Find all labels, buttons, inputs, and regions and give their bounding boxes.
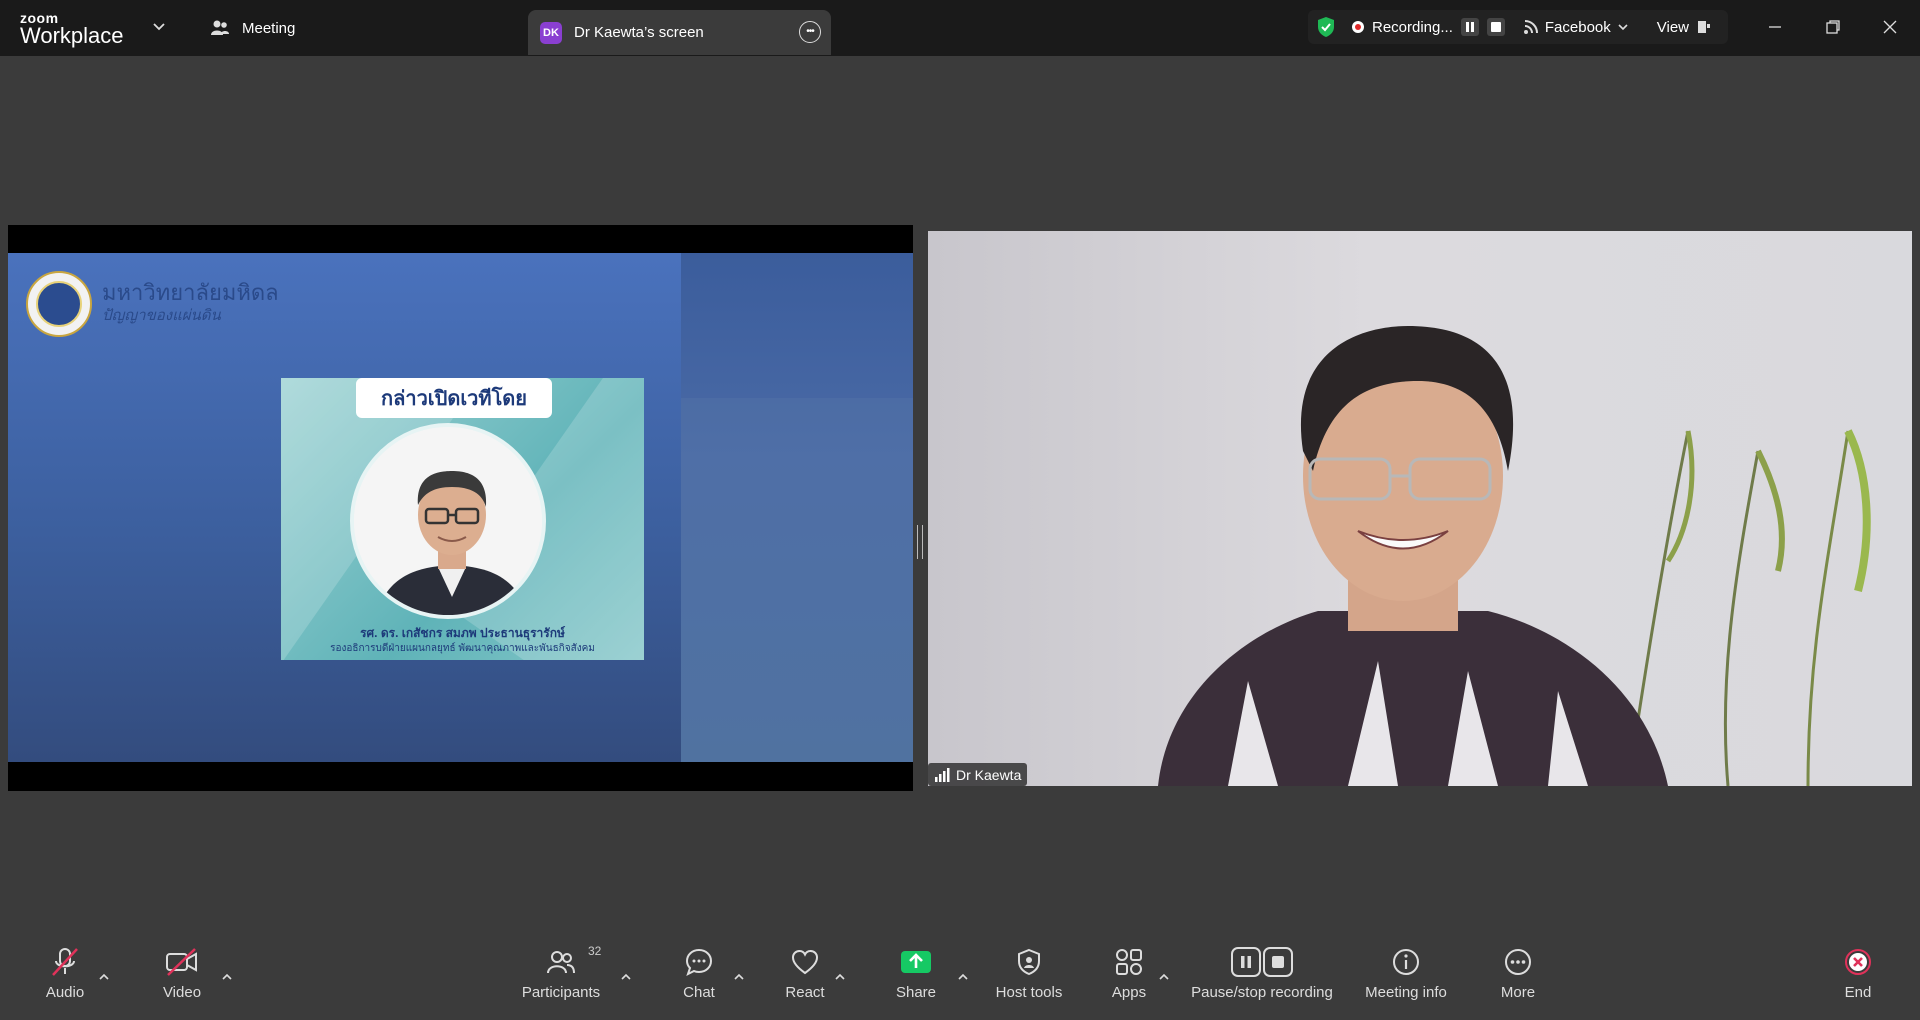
split-view-handle[interactable] [917,525,923,559]
more-button[interactable]: More [1496,940,1540,1020]
slide-side-band [681,398,913,762]
chat-options-caret-icon[interactable] [732,970,746,984]
video-options-caret-icon[interactable] [220,970,234,984]
video-off-icon [166,948,197,976]
tab-meeting[interactable]: Meeting [210,14,295,42]
chat-icon [685,948,713,976]
participant-name-tag: Dr Kaewta [928,763,1028,786]
host-tools-label: Host tools [995,984,1063,1001]
more-options-icon[interactable]: ••• [799,21,821,43]
speaker-role: รองอธิการบดีฝ่ายแผนกลยุทธ์ พัฒนาคุณภาพแล… [330,643,595,654]
share-label: Share [895,984,937,1001]
speaker-portrait [350,423,546,619]
restore-icon[interactable] [1820,14,1846,40]
pause-stop-icon [1231,947,1293,977]
shield-icon [1018,948,1040,976]
pause-stop-recording-button[interactable]: Pause/stop recording [1188,940,1336,1020]
close-icon[interactable] [1877,14,1903,40]
avatar: DK [540,21,562,44]
react-label: React [785,984,825,1001]
speaker-card: กล่าวเปิดเวทีโดย รศ. ดร. เกสัชกร สมภพ ปร… [281,378,644,660]
stop-recording-button[interactable] [1486,18,1505,36]
participants-button[interactable]: 32 Participants [518,940,604,1020]
live-stream-button[interactable]: Facebook [1523,19,1629,36]
university-motto: ปัญญาของแผ่นดิน [102,307,221,324]
recording-status: Recording... [1372,18,1453,36]
apps-icon [1116,949,1142,975]
view-button[interactable]: View [1657,19,1711,36]
recording-dot-icon [1352,21,1364,33]
chat-label: Chat [683,984,715,1001]
live-stream-icon [1523,20,1538,34]
shared-screen[interactable]: มหาวิทยาลัยมหิดล ปัญญาของแผ่นดิน กล่าวเป… [8,225,913,791]
heart-icon [791,949,819,975]
chat-button[interactable]: Chat [680,940,718,1020]
participant-video[interactable] [928,231,1912,786]
pause-recording-button[interactable] [1460,18,1479,36]
zoom-logo: zoom Workplace [20,11,124,47]
chevron-down-icon[interactable] [152,20,166,34]
pause-stop-label: Pause/stop recording [1191,984,1333,1001]
speaker-card-title: กล่าวเปิดเวทีโดย [356,378,552,418]
share-options-caret-icon[interactable] [956,970,970,984]
minimize-icon[interactable] [1762,14,1788,40]
info-icon [1393,949,1419,975]
end-meeting-button[interactable]: End [1842,940,1874,1020]
more-label: More [1500,984,1536,1001]
share-button[interactable]: Share [894,940,938,1020]
presentation-slide: มหาวิทยาลัยมหิดล ปัญญาของแผ่นดิน กล่าวเป… [8,253,913,762]
audio-button[interactable]: Audio [38,940,92,1020]
end-label: End [1844,984,1872,1001]
tab-shared-screen[interactable]: DK Dr Kaewta’s screen ••• [528,10,831,55]
participants-icon [547,951,575,974]
react-options-caret-icon[interactable] [833,970,847,984]
audio-options-caret-icon[interactable] [97,970,111,984]
microphone-muted-icon [52,948,78,976]
participants-label: Participants [521,984,601,1001]
brand-workplace: Workplace [20,23,124,48]
host-tools-button[interactable]: Host tools [992,940,1066,1020]
university-seal-logo [26,271,92,337]
meeting-toolbar: Audio Video 32 Participants Chat React S… [0,940,1920,1020]
view-layout-icon [1698,21,1710,33]
stream-target-label: Facebook [1544,18,1611,36]
view-label: View [1656,18,1689,36]
participants-count: 32 [588,944,602,958]
more-icon [1505,949,1531,975]
apps-button[interactable]: Apps [1110,940,1148,1020]
apps-label: Apps [1111,984,1147,1001]
recording-bar: Recording... Facebook View [1308,10,1728,44]
tab-meeting-label: Meeting [242,19,296,37]
apps-options-caret-icon[interactable] [1157,970,1171,984]
participants-options-caret-icon[interactable] [619,970,633,984]
audio-label: Audio [45,984,85,1001]
title-bar: zoom Workplace Meeting DK Dr Kaewta’s sc… [0,0,1920,56]
video-button[interactable]: Video [158,940,206,1020]
pause-icon [1465,22,1474,32]
stop-icon [1490,22,1501,32]
react-button[interactable]: React [784,940,826,1020]
people-icon [211,20,229,35]
meeting-info-button[interactable]: Meeting info [1360,940,1452,1020]
share-screen-icon [901,951,931,973]
signal-strength-icon [935,767,950,782]
participant-video-frame [1158,326,1871,786]
video-label: Video [162,984,202,1001]
participant-name: Dr Kaewta [956,766,1022,783]
tab-screen-label: Dr Kaewta’s screen [574,24,704,41]
chevron-down-icon [1618,24,1628,31]
security-shield-icon [1318,17,1334,37]
meeting-info-label: Meeting info [1365,984,1447,1001]
end-icon [1845,949,1871,975]
